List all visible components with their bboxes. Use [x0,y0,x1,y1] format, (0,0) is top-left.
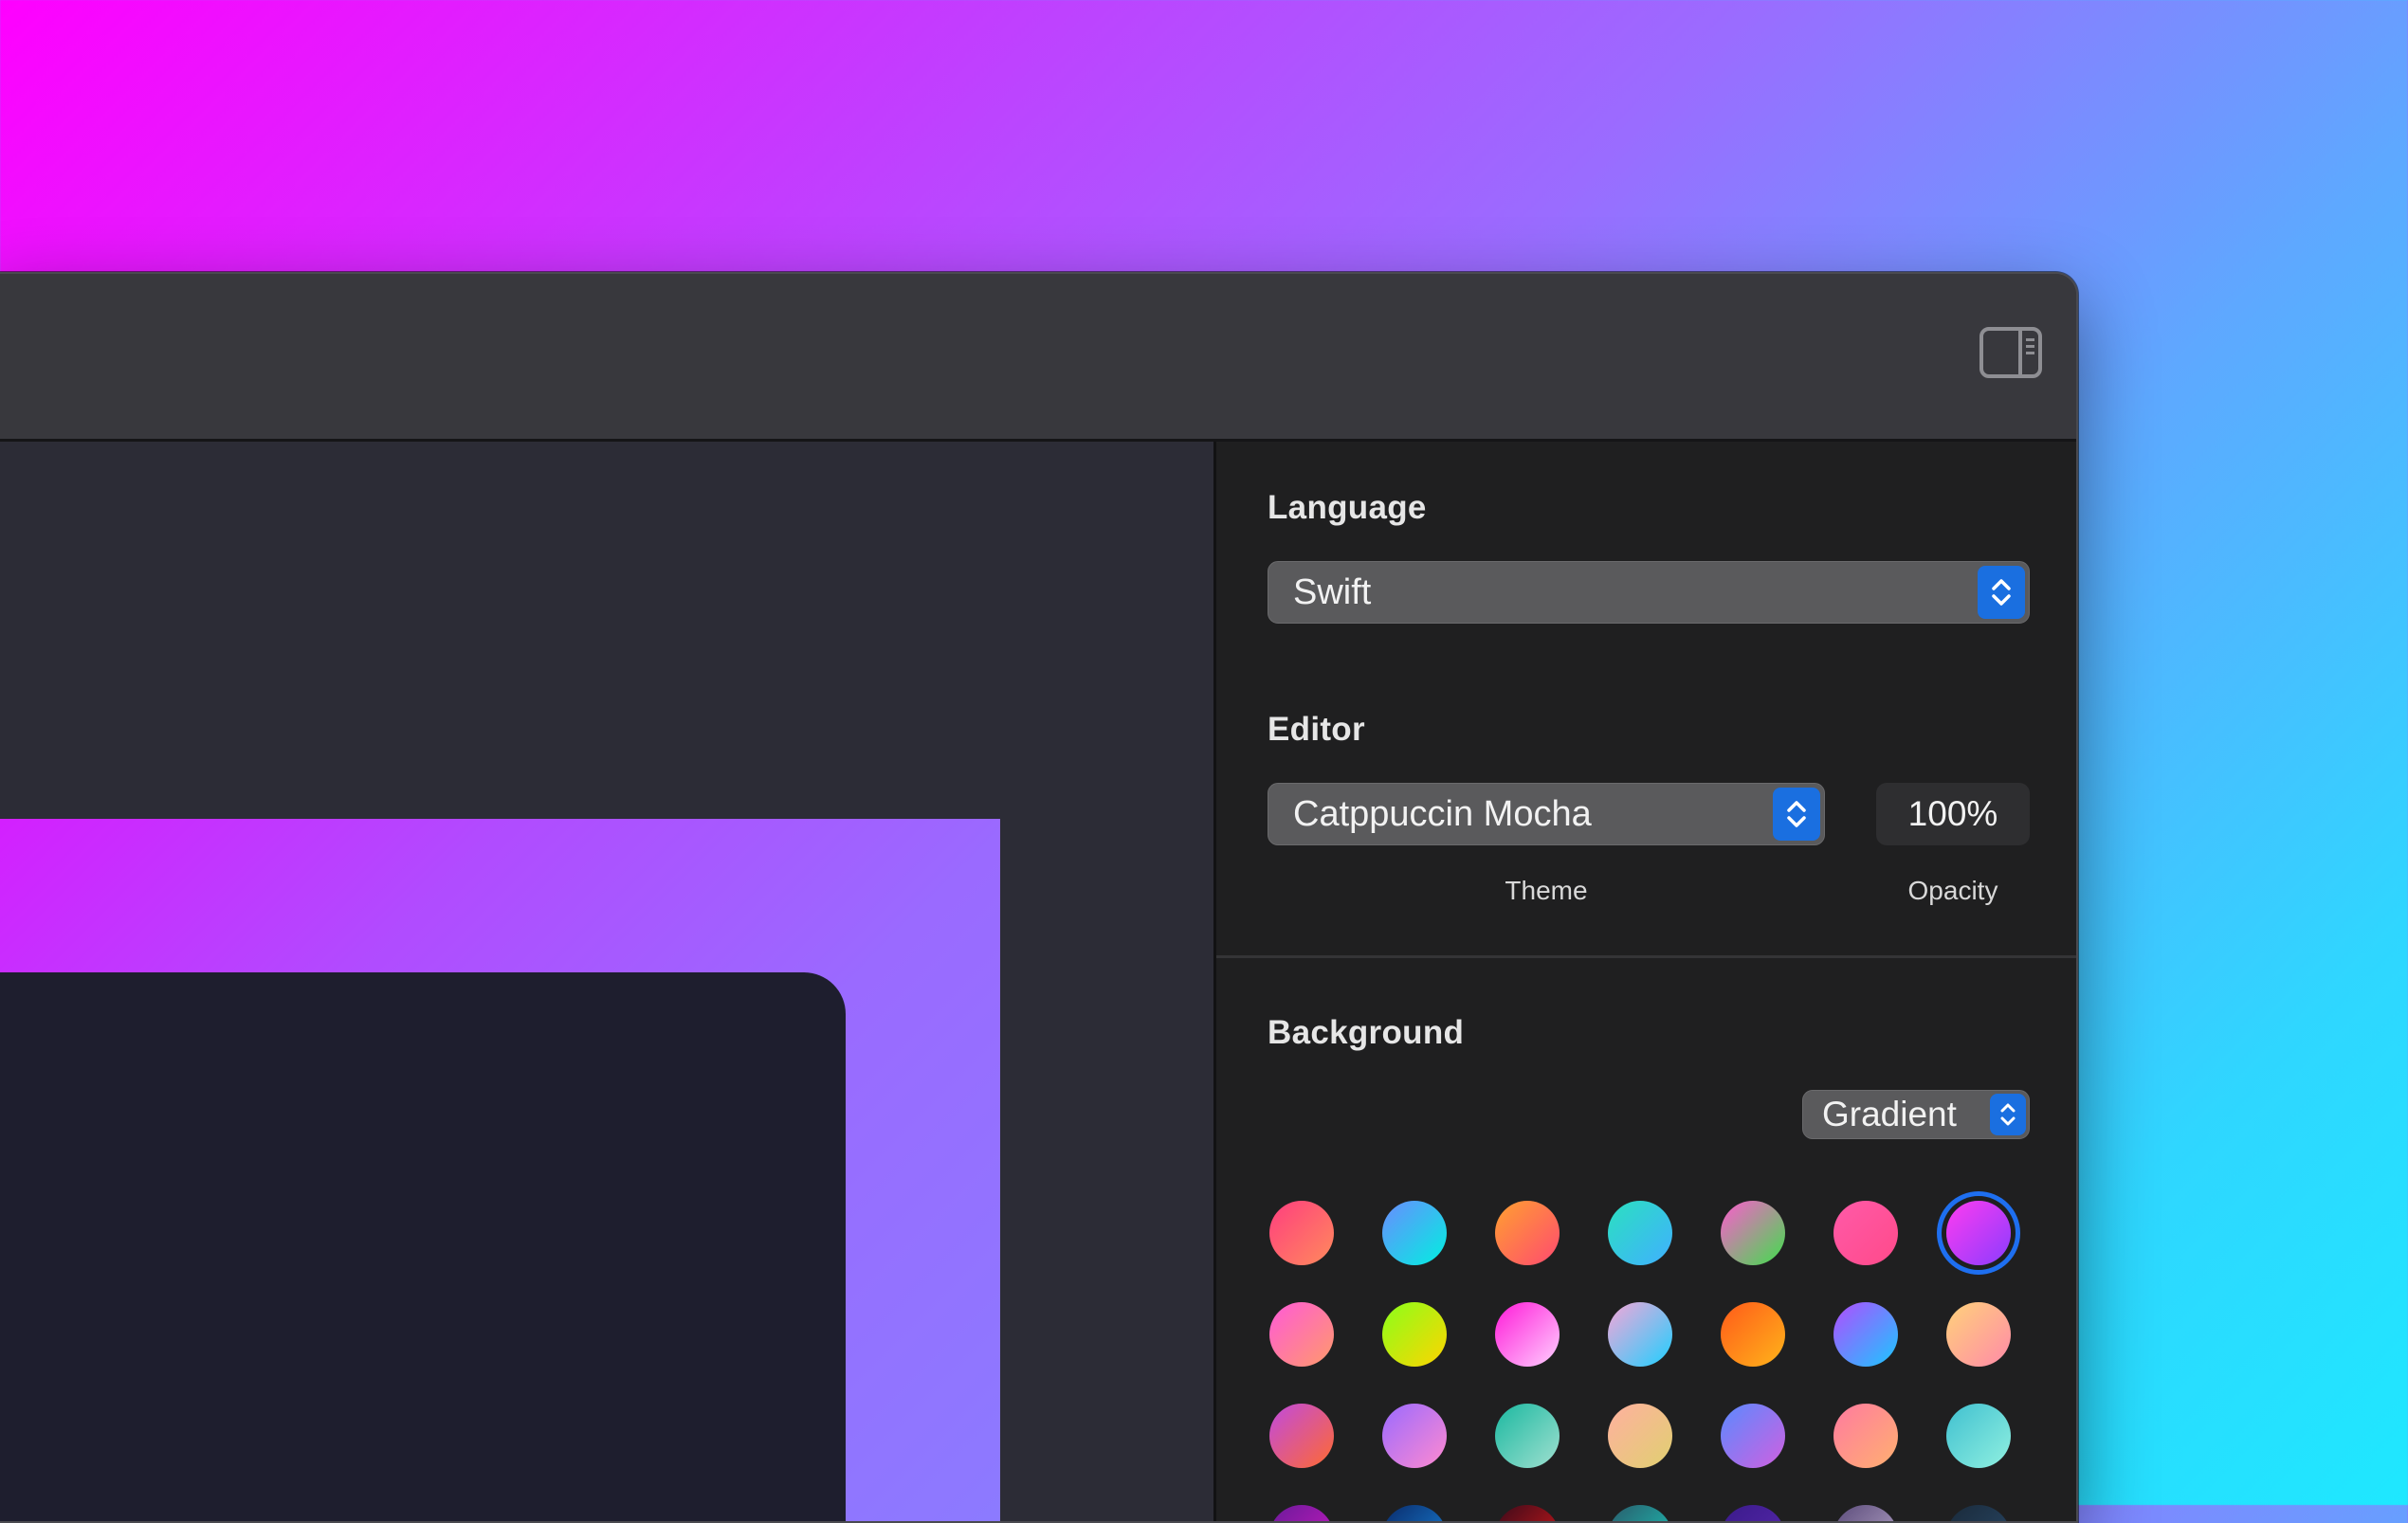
updown-chevron-icon [1773,788,1820,841]
inspector-panel: Language Swift Editor Catppuccin Mocha 1… [1213,442,2076,1521]
updown-chevron-icon [1990,1094,2026,1135]
gradient-swatch[interactable] [1269,1505,1334,1521]
gradient-background-preview [0,819,1000,1521]
gradient-swatch[interactable] [1608,1505,1672,1521]
updown-chevron-icon [1978,566,2025,619]
gradient-swatch[interactable] [1946,1404,2011,1468]
background-mode-popup[interactable]: Gradient [1802,1090,2030,1139]
gradient-swatch[interactable] [1269,1404,1334,1468]
gradient-swatch[interactable] [1608,1201,1672,1265]
gradient-swatch[interactable] [1495,1505,1560,1521]
theme-value: Catppuccin Mocha [1293,794,1592,834]
theme-popup[interactable]: Catppuccin Mocha [1268,783,1825,845]
app-window: Language Swift Editor Catppuccin Mocha 1… [0,272,2078,1523]
preview-canvas [0,442,1213,1521]
section-divider [1216,955,2076,958]
gradient-swatch[interactable] [1833,1201,1898,1265]
gradient-swatch[interactable] [1721,1404,1785,1468]
gradient-swatch[interactable] [1946,1302,2011,1367]
background-title: Background [1268,1014,1465,1051]
editor-title: Editor [1268,711,1365,748]
gradient-swatch[interactable] [1721,1505,1785,1521]
code-window-preview [0,972,846,1521]
gradient-swatch[interactable] [1382,1505,1447,1521]
gradient-swatch[interactable] [1382,1201,1447,1265]
opacity-field[interactable]: 100% [1876,783,2030,845]
gradient-swatch[interactable] [1833,1302,1898,1367]
background-mode-value: Gradient [1822,1095,1957,1133]
gradient-swatch[interactable] [1382,1404,1447,1468]
gradient-swatch[interactable] [1495,1201,1560,1265]
gradient-swatch[interactable] [1382,1302,1447,1367]
gradient-swatch[interactable] [1946,1505,2011,1521]
toolbar [0,274,2076,442]
gradient-swatch[interactable] [1833,1404,1898,1468]
language-popup[interactable]: Swift [1268,561,2030,624]
theme-caption: Theme [1505,876,1588,905]
language-title: Language [1268,489,1427,526]
gradient-swatch[interactable] [1608,1302,1672,1367]
gradient-swatch[interactable] [1608,1404,1672,1468]
gradient-swatch[interactable] [1721,1302,1785,1367]
gradient-swatch[interactable] [1269,1201,1334,1265]
opacity-caption: Opacity [1907,876,1998,905]
gradient-swatch[interactable] [1495,1302,1560,1367]
language-value: Swift [1293,572,1372,612]
gradient-swatch[interactable] [1269,1302,1334,1367]
gradient-swatch[interactable] [1495,1404,1560,1468]
gradient-swatch[interactable] [1946,1201,2011,1265]
gradient-swatch[interactable] [1833,1505,1898,1521]
sidebar-toggle-icon[interactable] [1979,327,2042,378]
gradient-swatch[interactable] [1721,1201,1785,1265]
